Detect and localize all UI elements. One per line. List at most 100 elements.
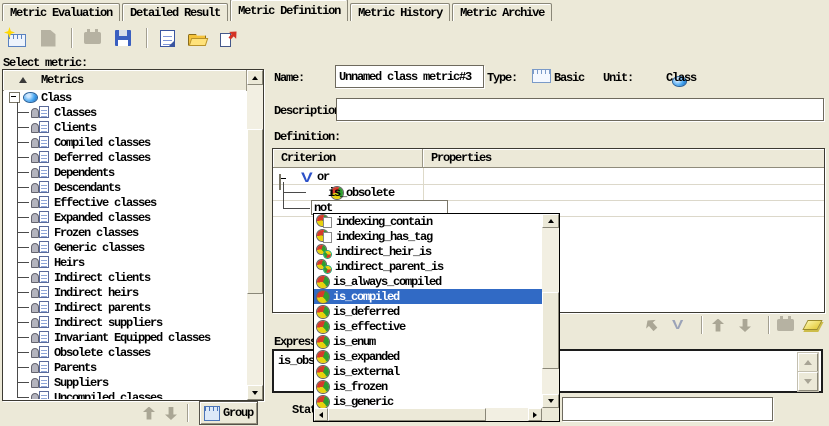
- criterion-column-header[interactable]: Criterion: [273, 149, 423, 168]
- dropdown-item[interactable]: is_always_compiled: [314, 274, 542, 289]
- criterion-move-up-button[interactable]: [709, 316, 727, 334]
- name-input[interactable]: [335, 65, 484, 88]
- dropdown-item[interactable]: is_deferred: [314, 304, 542, 319]
- tree-item[interactable]: Indirect suppliers: [4, 315, 246, 330]
- tab-metric-history[interactable]: Metric History: [350, 3, 450, 21]
- export-metrics-icon: [220, 30, 238, 47]
- dropdown-item[interactable]: is_external: [314, 364, 542, 379]
- tab-metric-definition[interactable]: Metric Definition: [230, 0, 348, 21]
- move-up-icon[interactable]: [143, 407, 155, 420]
- dropdown-item[interactable]: is_enum: [314, 334, 542, 349]
- criterion-row-is-obsolete[interactable]: is_obsolete: [328, 186, 394, 200]
- criterion-level-down-button[interactable]: [669, 316, 687, 334]
- scroll-left-button[interactable]: [314, 408, 328, 421]
- metric-tree: Class ClassesClientsCompiled classesDefe…: [4, 90, 246, 399]
- tree-item[interactable]: Deferred classes: [4, 150, 246, 165]
- tree-item[interactable]: Generic classes: [4, 240, 246, 255]
- locked-metric-icon: [31, 241, 51, 254]
- tree-item[interactable]: Heirs: [4, 255, 246, 270]
- tree-scrollbar[interactable]: [247, 70, 263, 400]
- dropdown-item[interactable]: is_frozen: [314, 379, 542, 394]
- locked-metric-icon: [31, 361, 51, 374]
- dropdown-item[interactable]: indexing_has_tag: [314, 229, 542, 244]
- dropdown-item[interactable]: indexing_contain: [314, 214, 542, 229]
- locked-metric-icon: [31, 226, 51, 239]
- tree-item[interactable]: Dependents: [4, 165, 246, 180]
- scroll-thumb[interactable]: [247, 129, 263, 294]
- tree-item[interactable]: Clients: [4, 120, 246, 135]
- new-metric-button[interactable]: [4, 25, 30, 51]
- import-metrics-button[interactable]: [154, 25, 180, 51]
- tree-root-class[interactable]: Class: [4, 90, 246, 105]
- pie-chart-icon: [317, 291, 329, 303]
- tree-item[interactable]: Descendants: [4, 180, 246, 195]
- export-metrics-button[interactable]: [216, 25, 242, 51]
- criterion-delete-button[interactable]: [776, 316, 794, 334]
- dropdown-item[interactable]: indirect_parent_is: [314, 259, 542, 274]
- tree-item[interactable]: Frozen classes: [4, 225, 246, 240]
- dropdown-item[interactable]: is_expanded: [314, 349, 542, 364]
- separator: [187, 404, 189, 422]
- locked-metric-icon: [31, 106, 51, 119]
- tree-item[interactable]: Obsolete classes: [4, 345, 246, 360]
- expression-scroll-up-button[interactable]: [798, 353, 818, 372]
- scroll-up-button[interactable]: [247, 70, 263, 85]
- scroll-up-button[interactable]: [542, 214, 559, 228]
- scroll-thumb[interactable]: [542, 292, 559, 370]
- scroll-thumb[interactable]: [328, 408, 486, 421]
- tree-item[interactable]: Indirect parents: [4, 300, 246, 315]
- criterion-move-down-button[interactable]: [736, 316, 754, 334]
- metric-tool-window: Metric EvaluationDetailed ResultMetric D…: [0, 0, 829, 426]
- or-operator-icon: [301, 171, 315, 184]
- basic-type-icon: [532, 69, 551, 83]
- tree-item[interactable]: Compiled classes: [4, 135, 246, 150]
- tree-item[interactable]: Parents: [4, 360, 246, 375]
- tree-footer: Group: [2, 401, 262, 425]
- tab-bar: Metric EvaluationDetailed ResultMetric D…: [2, 0, 829, 21]
- group-button[interactable]: Group: [199, 401, 258, 425]
- dropdown-vertical-scrollbar[interactable]: [542, 214, 559, 408]
- delete-criterion-icon: [777, 319, 794, 331]
- pie-chart-page-icon: [317, 230, 332, 243]
- tree-item[interactable]: Uncompiled classes: [4, 390, 246, 399]
- dropdown-item[interactable]: is_compiled: [314, 289, 542, 304]
- scroll-down-button[interactable]: [247, 385, 263, 400]
- status-input[interactable]: [562, 397, 773, 421]
- scroll-down-button[interactable]: [542, 394, 559, 408]
- sort-ascending-icon: [19, 77, 27, 83]
- save-metric-button[interactable]: [110, 25, 136, 51]
- description-input[interactable]: [336, 98, 824, 121]
- tree-item[interactable]: Suppliers: [4, 375, 246, 390]
- criterion-row-or[interactable]: or: [317, 170, 329, 184]
- locked-metric-icon: [31, 286, 51, 299]
- tree-item[interactable]: Expanded classes: [4, 210, 246, 225]
- tree-item[interactable]: Indirect heirs: [4, 285, 246, 300]
- tab-detailed-result[interactable]: Detailed Result: [122, 3, 228, 21]
- expression-scroll-down-button[interactable]: [798, 372, 818, 391]
- dropdown-item[interactable]: indirect_heir_is: [314, 244, 542, 259]
- tree-item[interactable]: Indirect clients: [4, 270, 246, 285]
- tree-item[interactable]: Effective classes: [4, 195, 246, 210]
- dropdown-item[interactable]: is_generic: [314, 394, 542, 408]
- level-up-icon: [642, 316, 660, 334]
- locked-metric-icon: [31, 331, 51, 344]
- criterion-level-up-button[interactable]: [642, 316, 660, 334]
- duplicate-metric-button[interactable]: [35, 25, 61, 51]
- tree-item[interactable]: Classes: [4, 105, 246, 120]
- tab-metric-archive[interactable]: Metric Archive: [452, 3, 552, 21]
- move-down-icon[interactable]: [165, 407, 177, 420]
- collapse-icon[interactable]: [9, 92, 20, 103]
- scroll-right-button[interactable]: [528, 408, 542, 421]
- dropdown-horizontal-scrollbar[interactable]: [314, 408, 542, 421]
- tree-item[interactable]: Invariant Equipped classes: [4, 330, 246, 345]
- dropdown-item[interactable]: is_effective: [314, 319, 542, 334]
- properties-column-header[interactable]: Properties: [423, 149, 824, 168]
- metrics-column-header[interactable]: Metrics: [3, 70, 247, 91]
- tab-metric-evaluation[interactable]: Metric Evaluation: [2, 3, 120, 21]
- open-metric-file-button[interactable]: [185, 25, 211, 51]
- collapse-icon[interactable]: [279, 174, 281, 190]
- criterion-erase-button[interactable]: [803, 316, 821, 334]
- criterion-dropdown: indexing_containindexing_has_tagindirect…: [313, 213, 560, 422]
- pie-chart-icon: [317, 396, 329, 408]
- delete-metric-button[interactable]: [79, 25, 105, 51]
